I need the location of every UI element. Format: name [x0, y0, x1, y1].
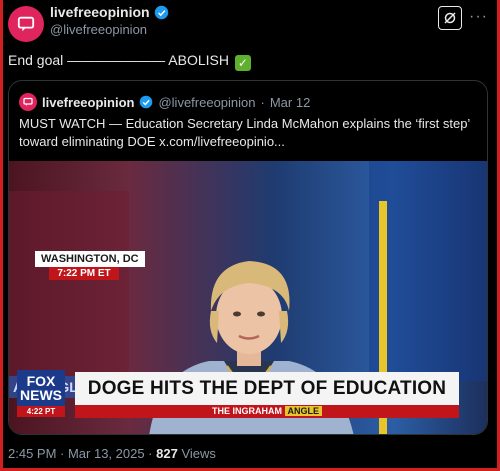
checkmark-emoji: ✓	[234, 55, 251, 71]
author-display-name[interactable]: livefreeopinion	[50, 4, 169, 20]
views-count[interactable]: 827	[156, 446, 178, 461]
avatar[interactable]	[8, 6, 44, 42]
video-player[interactable]: AM ANGLE WASHINGTON, DC 7:22 PM ET FOX N…	[9, 161, 487, 434]
post-timestamp[interactable]: 2:45 PM · Mar 13, 2025 ·	[8, 446, 153, 461]
studio-background-left	[9, 191, 129, 391]
quoted-date[interactable]: Mar 12	[270, 95, 310, 110]
post-metadata: 2:45 PM · Mar 13, 2025 · 827 Views	[8, 446, 216, 461]
quoted-text: MUST WATCH — Education Secretary Linda M…	[19, 116, 470, 149]
quoted-post-header: livefreeopinion @livefreeopinion · Mar 1…	[19, 93, 310, 111]
views-label: Views	[181, 446, 216, 461]
post-text: End goal ——————— ABOLISH ✓	[8, 52, 251, 71]
quoted-avatar[interactable]	[19, 93, 37, 111]
verified-badge-icon	[140, 95, 153, 109]
author-name-text[interactable]: livefreeopinion	[50, 4, 150, 20]
grok-icon	[444, 12, 456, 24]
show-name-suffix: ANGLE	[284, 406, 322, 416]
quoted-display-name[interactable]: livefreeopinion	[42, 95, 134, 110]
chat-bubble-icon	[17, 16, 35, 32]
more-icon[interactable]: ···	[469, 8, 488, 26]
chat-bubble-icon	[23, 97, 33, 106]
quoted-handle[interactable]: @livefreeopinion	[158, 95, 255, 110]
chyron-headline: DOGE HITS THE DEPT OF EDUCATION	[75, 372, 459, 405]
post-header: livefreeopinion @livefreeopinion ···	[4, 4, 494, 44]
quoted-post[interactable]: livefreeopinion @livefreeopinion · Mar 1…	[8, 80, 488, 435]
grok-button[interactable]	[438, 6, 462, 30]
verified-badge-icon	[154, 5, 168, 19]
show-name-bar: THE INGRAHAM ANGLE	[75, 405, 459, 418]
quoted-separator: ·	[260, 94, 265, 110]
author-handle[interactable]: @livefreeopinion	[50, 22, 169, 37]
fox-news-time: 4:22 PT	[17, 406, 65, 417]
author-names: livefreeopinion @livefreeopinion	[50, 4, 169, 37]
location-time: 7:22 PM ET	[49, 267, 119, 280]
post-text-body: End goal ——————— ABOLISH	[8, 52, 229, 68]
show-name-prefix: THE INGRAHAM	[211, 406, 282, 416]
